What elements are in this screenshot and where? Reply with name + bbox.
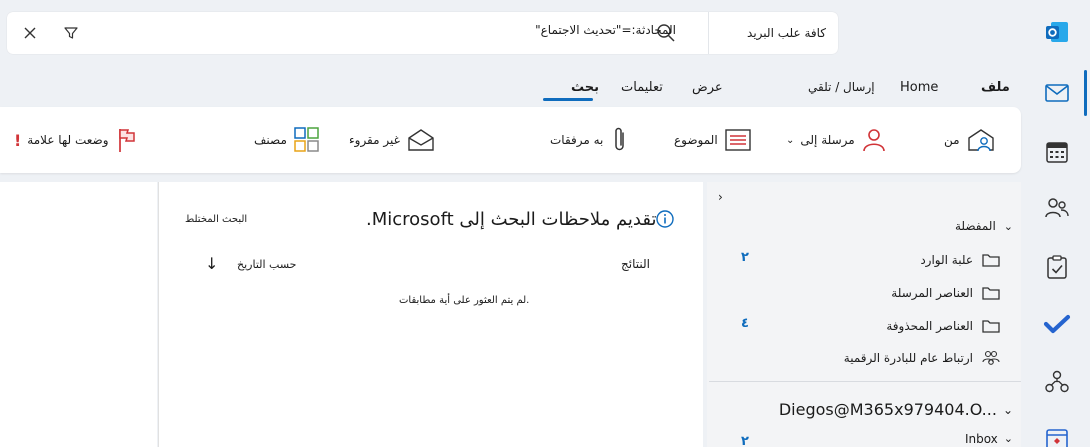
empty-results-text: لم يتم العثور على أية مطابقات. [399,295,530,306]
outlook-logo-icon [1043,18,1071,46]
flagged-label: وضعت لها علامة [27,133,109,147]
search-input[interactable]: المحادثة:="تحديث الاجتماع" [535,23,676,37]
collapse-pane-icon[interactable]: › [718,190,723,204]
has-attachments-label: به مرفقات [550,133,604,147]
account-header[interactable]: Diegos@M365x979404.O... ⌄ [779,400,1013,419]
unread-count: ٢ [741,250,749,265]
tab-home[interactable]: Home [900,80,938,95]
calendar-bottom-icon[interactable] [1043,424,1071,447]
sent-to-button[interactable]: ⌄ مرسلة إلى [786,107,887,173]
favorites-label: المفضلة [954,219,996,233]
paperclip-icon [615,127,625,151]
calendar-icon[interactable] [1043,138,1071,166]
app-rail [1031,0,1090,447]
chevron-down-icon: ⌄ [1002,402,1013,417]
tab-help[interactable]: تعليمات [621,80,663,95]
open-envelope-icon [408,129,434,151]
subject-lines-icon [724,129,751,151]
filter-icon[interactable] [63,25,79,44]
person-icon [862,129,885,152]
folder-item-group[interactable]: ارتباط عام للبادرة الرقمية [844,344,1001,372]
folder-icon [982,254,1000,267]
favorites-header[interactable]: ⌄ المفضلة [955,212,1013,240]
account-name: Diegos@M365x979404.O... [778,400,997,419]
folder-label: العناصر المرسلة [891,286,973,300]
subject-button[interactable]: الموضوع [674,107,752,173]
people-icon[interactable] [1043,194,1071,222]
flagged-button[interactable]: ! وضعت لها علامة [14,107,139,173]
flag-icon [118,129,135,152]
rail-active-indicator [1084,70,1087,116]
folder-item-sent[interactable]: العناصر المرسلة [891,279,1001,307]
inbox-folder-partial[interactable]: Inbox ⌄ [965,432,1013,446]
message-list: تقديم ملاحظات البحث إلى Microsoft. البحث… [158,182,703,447]
search-bar: المحادثة:="تحديث الاجتماع" كافة علب البر… [7,12,838,54]
feedback-text: تقديم ملاحظات البحث إلى Microsoft. [366,209,657,230]
categorized-button[interactable]: مصنف [254,107,321,173]
chevron-down-icon: ⌄ [1003,432,1013,445]
search-scope-dropdown[interactable]: كافة علب البريد [708,12,838,54]
mail-icon[interactable] [1043,79,1071,107]
org-explorer-icon[interactable] [1043,368,1071,396]
tab-view[interactable]: عرض [692,80,723,95]
from-button[interactable]: من [944,107,996,173]
sort-direction-icon[interactable]: ↓ [205,254,218,273]
close-icon[interactable] [21,24,39,45]
folder-label: ارتباط عام للبادرة الرقمية [843,351,973,365]
categories-icon [294,127,319,152]
folder-pane: › ⌄ المفضلة علبة الوارد ٢ العناصر المرسل… [707,182,1021,447]
folder-item-inbox[interactable]: علبة الوارد [920,246,1001,274]
folder-item-deleted[interactable]: العناصر المحذوفة [886,312,1001,340]
results-label: النتائج [621,257,650,271]
unread-button[interactable]: غير مقروء [349,107,436,173]
sort-by-button[interactable]: حسب التاريخ [237,258,296,271]
tab-file[interactable]: ملف [981,80,1010,95]
search-feedback-link[interactable]: تقديم ملاحظات البحث إلى Microsoft. [366,209,657,230]
inbox-label: Inbox [964,432,998,446]
open-envelope-person-icon [967,129,994,152]
subject-label: الموضوع [674,133,718,147]
reading-pane [0,182,157,447]
unread-label: غير مقروء [349,133,400,147]
group-icon [982,350,1000,365]
has-attachments-button[interactable]: به مرفقات [550,107,631,173]
divider [709,381,1021,382]
tasks-icon[interactable] [1043,253,1071,281]
todo-icon[interactable] [1043,310,1071,338]
unread-count: ٤ [741,316,749,331]
folder-label: العناصر المحذوفة [886,319,973,333]
search-scope-label: كافة علب البريد [747,26,826,40]
tab-send-receive[interactable]: إرسال / تلقي [808,80,875,94]
importance-icon: ! [14,130,22,150]
from-label: من [944,133,960,147]
folder-icon [982,287,1000,300]
search-type-label: البحث المختلط [185,214,248,225]
chevron-down-icon: ⌄ [1003,219,1013,233]
folder-icon [982,320,1000,333]
folder-label: علبة الوارد [920,253,973,267]
search-ribbon: من ⌄ مرسلة إلى الموضوع به مرفقات غير مقر… [0,107,1021,173]
unread-count: ٢ [741,434,749,447]
info-icon [655,209,675,232]
chevron-down-icon: ⌄ [786,134,795,146]
tab-search-indicator [543,98,593,101]
sent-to-label: مرسلة إلى [800,133,855,147]
categorized-label: مصنف [254,133,287,147]
tab-search[interactable]: بحث [571,80,599,95]
